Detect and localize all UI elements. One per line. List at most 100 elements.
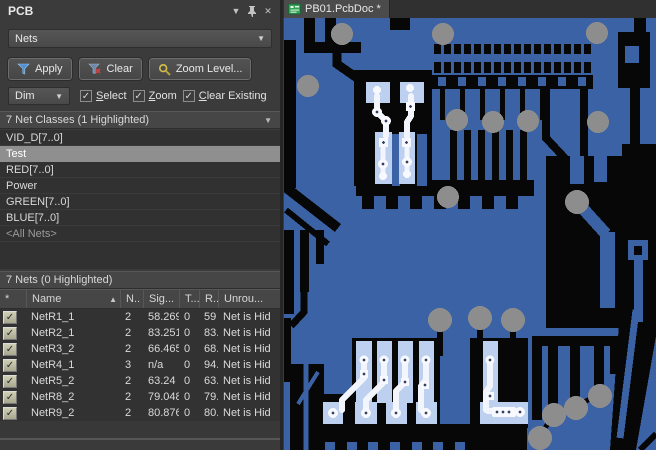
apply-button[interactable]: Apply (7, 57, 73, 81)
column-header-check[interactable]: * (0, 290, 26, 308)
nets-table-header: * Name ▲ N.. Sig... T... R... Unrou... (0, 289, 280, 309)
clear-button[interactable]: Clear (77, 57, 143, 81)
row-checkbox[interactable]: ✓ (3, 374, 17, 388)
zoom-checkbox[interactable]: ✓ (132, 90, 145, 102)
column-header-name[interactable]: Name ▲ (26, 290, 120, 308)
cell-t: 0 (184, 343, 191, 355)
panel-bottom-strip (0, 440, 280, 450)
table-row[interactable]: ✓ NetR9_2 2 80.876 0 80. Net is Hid (0, 405, 280, 421)
net-classes-list: VID_D[7..0] Test RED[7..0] Power GREEN[7… (0, 130, 280, 269)
cell-name: NetR8_2 (31, 391, 75, 403)
cell-routed: 94. (204, 359, 218, 371)
cell-routed: 80. (204, 407, 218, 419)
select-checkbox[interactable]: ✓ (80, 90, 92, 102)
cell-t: 0 (184, 311, 191, 323)
net-class-item[interactable]: GREEN[7..0] (0, 194, 280, 210)
panel-toolbar: Apply Clear Zoom Level... (7, 57, 253, 81)
nets-table: ✓ NetR1_1 2 58.269 0 59 Net is Hid ✓ Net… (0, 309, 280, 421)
clear-existing-checkbox-label: Clear Existing (198, 90, 267, 102)
clear-funnel-icon (87, 63, 101, 74)
cell-nodes: 2 (125, 375, 132, 387)
cell-routed: 63. (204, 375, 218, 387)
column-header-nodes[interactable]: N.. (120, 290, 143, 308)
collapse-icon[interactable]: ▼ (264, 116, 280, 125)
panel-title: PCB (8, 4, 34, 18)
cell-routed: 68. (204, 343, 218, 355)
cell-nodes: 2 (125, 407, 132, 419)
sort-ascending-icon: ▲ (109, 294, 117, 304)
pcb-editor-area (280, 18, 656, 450)
pcb-doc-icon (288, 3, 301, 15)
table-row[interactable]: ✓ NetR4_1 3 n/a 0 94. Net is Hid (0, 357, 280, 373)
table-row[interactable]: ✓ NetR1_1 2 58.269 0 59 Net is Hid (0, 309, 280, 325)
panel-editor-splitter[interactable] (280, 0, 283, 450)
chevron-down-icon: ▼ (257, 34, 265, 43)
cell-signal: 83.251 (148, 327, 179, 339)
row-checkbox[interactable]: ✓ (3, 326, 17, 340)
pcb-panel: PCB ▼ ✕ Nets ▼ Apply Clear Zoom Level... (0, 0, 280, 450)
cell-signal: 63.24 (148, 375, 176, 387)
net-class-item-selected[interactable]: Test (0, 146, 280, 162)
net-class-item-all-nets[interactable]: <All Nets> (0, 226, 280, 242)
column-header-t[interactable]: T... (179, 290, 199, 308)
cell-unrouted: Net is Hid (223, 343, 271, 355)
select-checkbox-label: Select (96, 90, 127, 102)
cell-unrouted: Net is Hid (223, 375, 271, 387)
panel-mode-select[interactable]: Nets ▼ (8, 29, 272, 48)
table-row[interactable]: ✓ NetR3_2 2 66.465 0 68. Net is Hid (0, 341, 280, 357)
pad-center-cutout (634, 246, 642, 255)
panel-menu-icon[interactable]: ▼ (228, 3, 244, 19)
cell-routed: 83. (204, 327, 218, 339)
close-icon[interactable]: ✕ (260, 3, 276, 19)
cell-t: 0 (184, 375, 191, 387)
net-class-item[interactable]: Power (0, 178, 280, 194)
cell-t: 0 (184, 391, 191, 403)
cell-signal: 80.876 (148, 407, 179, 419)
net-class-item[interactable]: VID_D[7..0] (0, 130, 280, 146)
apply-button-label: Apply (35, 63, 63, 75)
zoom-level-button[interactable]: Zoom Level... (147, 57, 253, 81)
cell-unrouted: Net is Hid (223, 327, 271, 339)
net-class-item[interactable]: RED[7..0] (0, 162, 280, 178)
cell-name: NetR9_2 (31, 407, 75, 419)
tab-title: PB01.PcbDoc * (305, 3, 381, 15)
dim-mode-value: Dim (15, 90, 35, 102)
clear-existing-checkbox[interactable]: ✓ (182, 90, 195, 102)
row-checkbox[interactable]: ✓ (3, 406, 17, 420)
cell-signal: 66.465 (148, 343, 179, 355)
cell-nodes: 2 (125, 391, 132, 403)
table-row[interactable]: ✓ NetR8_2 2 79.048 0 79. Net is Hid (0, 389, 280, 405)
document-tab-bar: PB01.PcbDoc * (283, 0, 656, 18)
cell-name: NetR5_2 (31, 375, 75, 387)
net-classes-header-text: 7 Net Classes (1 Highlighted) (6, 114, 150, 126)
apply-funnel-icon (17, 63, 30, 75)
pin-icon[interactable] (244, 3, 260, 19)
column-header-routed[interactable]: R... (199, 290, 218, 308)
table-row[interactable]: ✓ NetR2_1 2 83.251 0 83. Net is Hid (0, 325, 280, 341)
options-row: ✓ Select ✓ Zoom ✓ Clear Existing (80, 87, 280, 105)
column-header-unrouted[interactable]: Unrou... (218, 290, 280, 308)
magnifier-icon (158, 63, 171, 76)
cell-nodes: 2 (125, 327, 132, 339)
cell-signal: 79.048 (148, 391, 179, 403)
row-checkbox[interactable]: ✓ (3, 390, 17, 404)
zoom-level-button-label: Zoom Level... (175, 63, 243, 75)
row-checkbox[interactable]: ✓ (3, 342, 17, 356)
cell-name: NetR1_1 (31, 311, 75, 323)
pcb-canvas[interactable] (280, 18, 656, 450)
row-checkbox[interactable]: ✓ (3, 358, 17, 372)
cell-name: NetR3_2 (31, 343, 75, 355)
cell-name: NetR4_1 (31, 359, 75, 371)
cell-t: 0 (184, 327, 191, 339)
row-checkbox[interactable]: ✓ (3, 310, 17, 324)
table-row[interactable]: ✓ NetR5_2 2 63.24 0 63. Net is Hid (0, 373, 280, 389)
net-class-item[interactable]: BLUE[7..0] (0, 210, 280, 226)
cell-unrouted: Net is Hid (223, 311, 271, 323)
cell-routed: 79. (204, 391, 218, 403)
cell-nodes: 2 (125, 343, 132, 355)
zoom-checkbox-label: Zoom (148, 90, 177, 102)
tab-pcb-document[interactable]: PB01.PcbDoc * (284, 0, 390, 18)
cell-nodes: 2 (125, 311, 132, 323)
column-header-signal[interactable]: Sig... (143, 290, 179, 308)
dim-mode-select[interactable]: Dim ▼ (8, 87, 70, 105)
